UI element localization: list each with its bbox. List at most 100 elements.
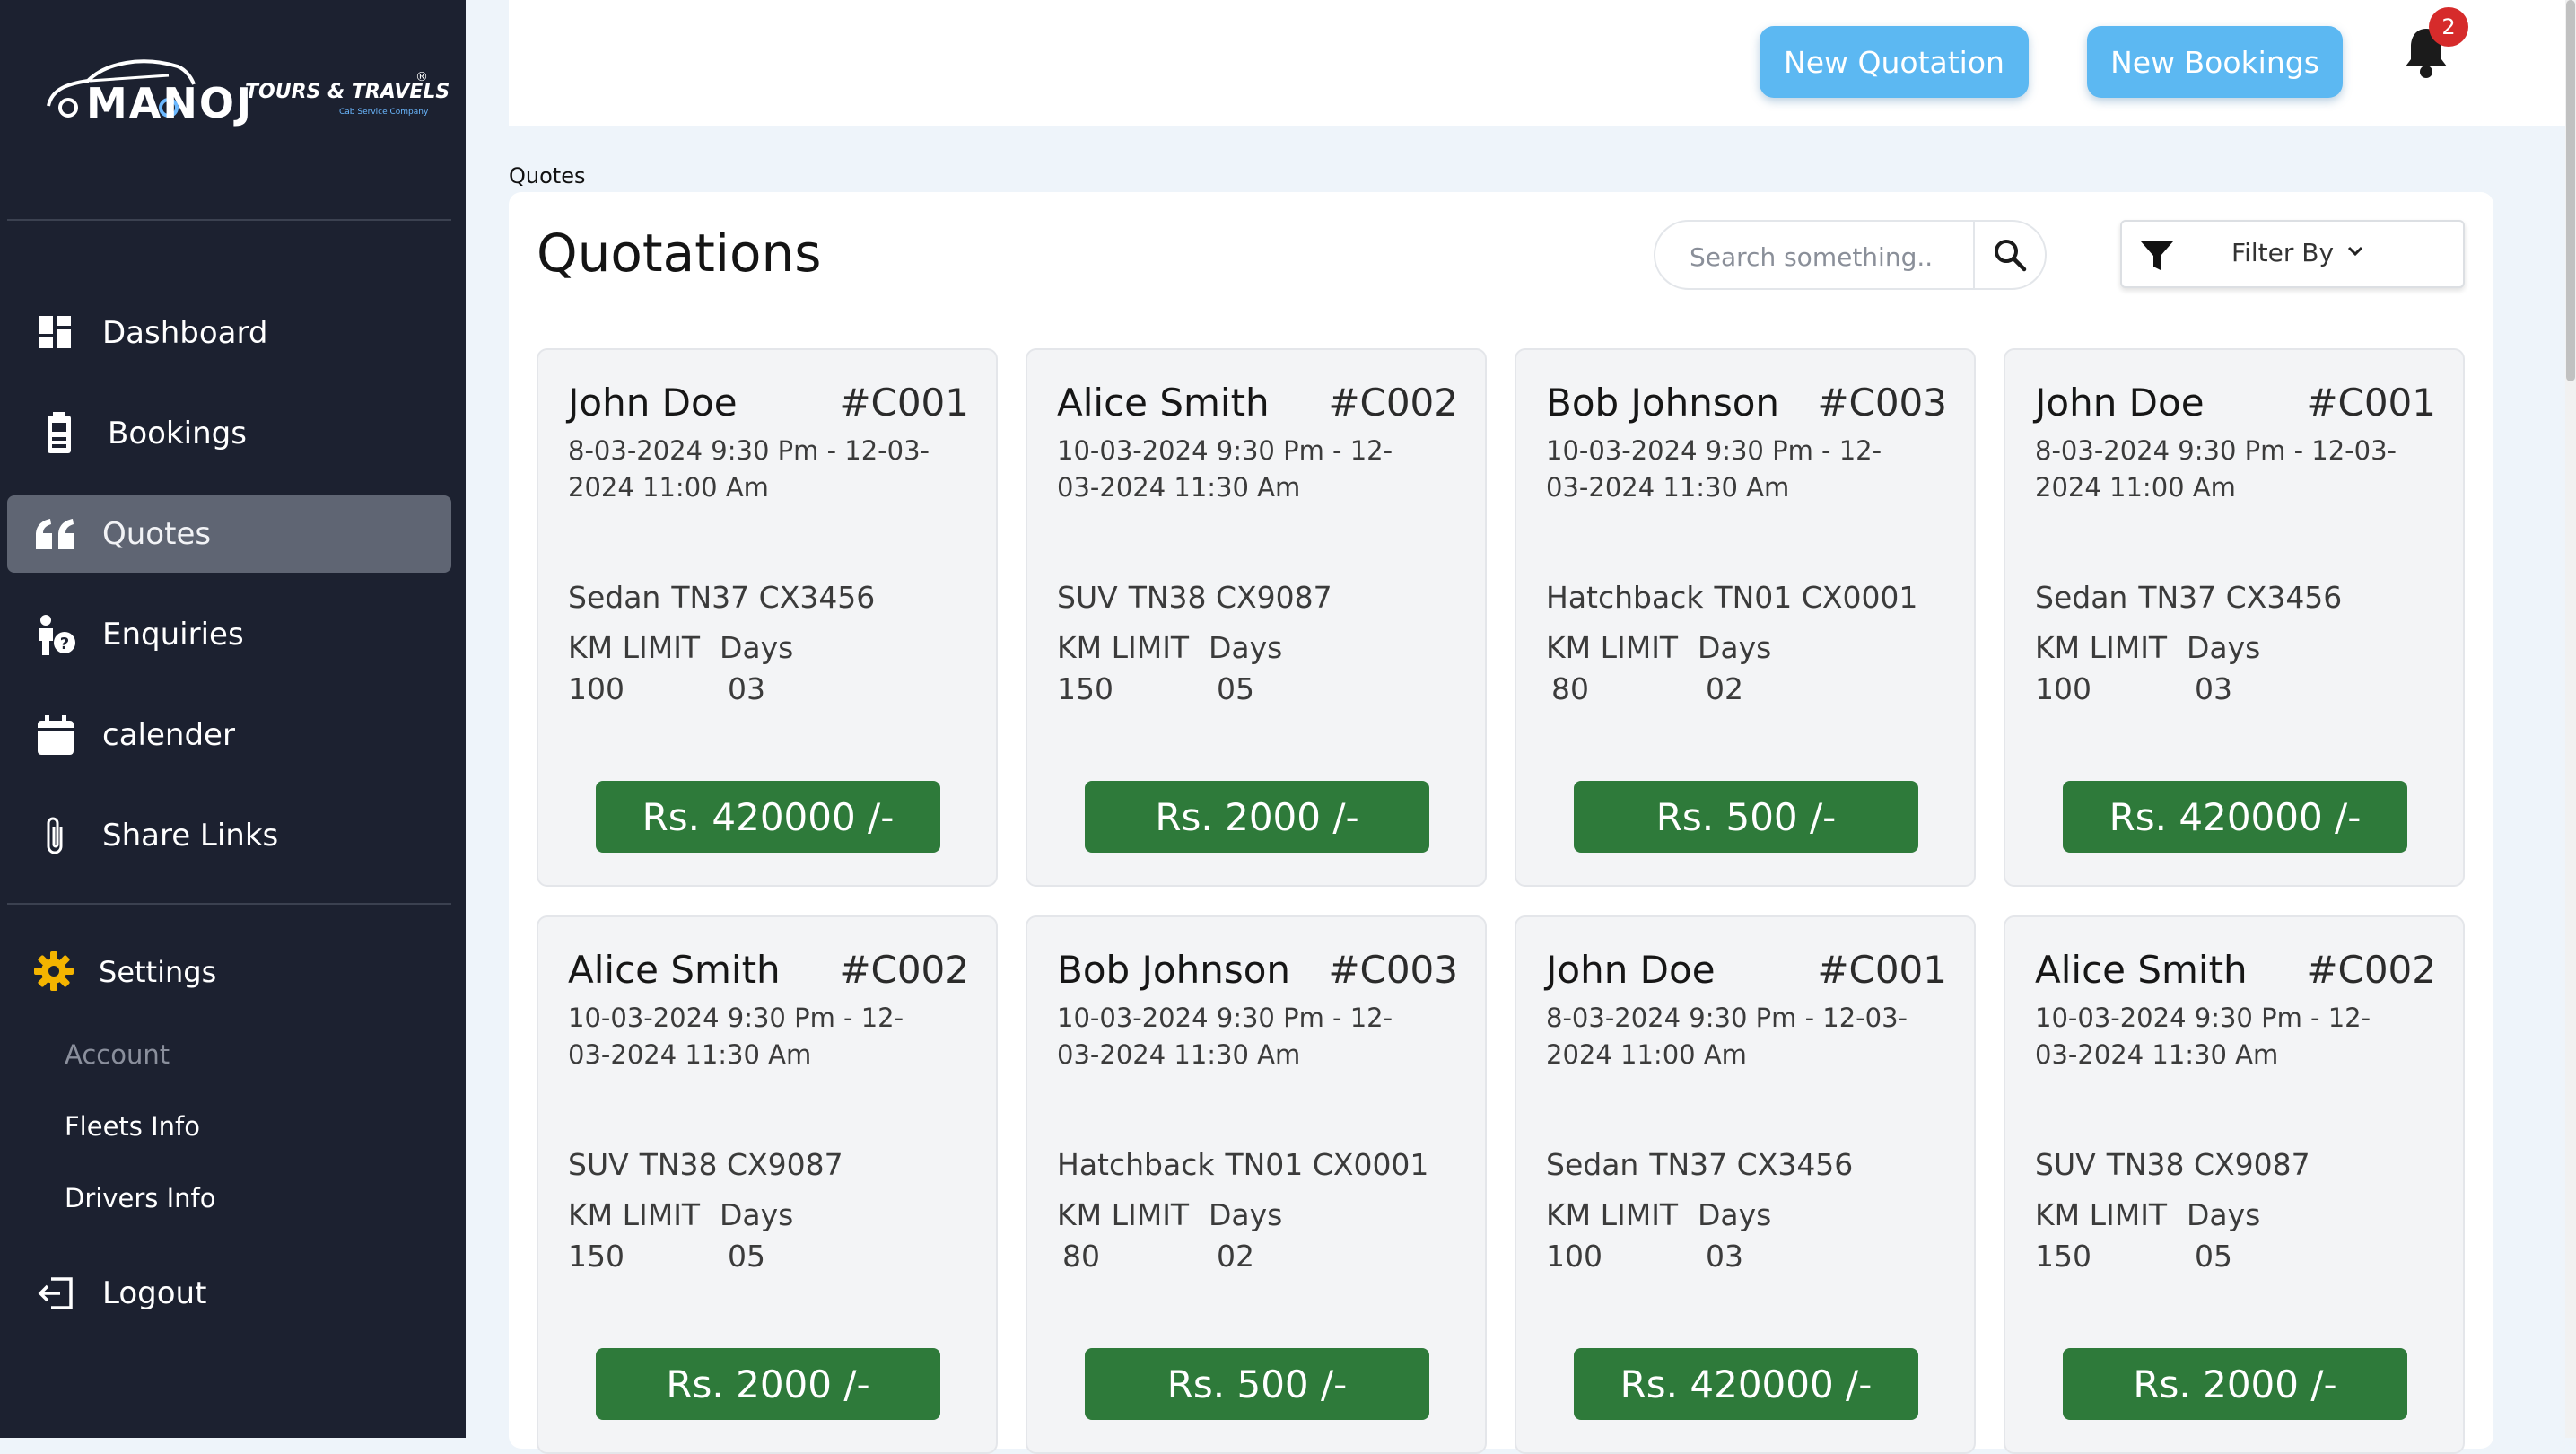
sidebar-item-bookings[interactable]: Bookings bbox=[7, 395, 451, 472]
settings-label: Settings bbox=[99, 955, 217, 989]
sidebar-divider bbox=[7, 219, 451, 221]
sidebar: MANOJ TOURS & TRAVELS Cab Service Compan… bbox=[0, 0, 466, 1438]
search-icon bbox=[1995, 240, 2027, 272]
sidebar-item-label: calender bbox=[102, 717, 235, 753]
price-button[interactable]: Rs. 420000 /- bbox=[596, 781, 940, 853]
days-value: 05 bbox=[1217, 671, 1254, 706]
sidebar-item-enquiries[interactable]: ? Enquiries bbox=[7, 596, 451, 673]
sidebar-divider bbox=[7, 903, 451, 905]
gear-icon bbox=[34, 951, 75, 993]
quote-card[interactable]: John Doe #C001 8-03-2024 9:30 Pm - 12-03… bbox=[537, 348, 998, 887]
km-limit-value: 100 bbox=[568, 671, 624, 706]
days-label: Days bbox=[1698, 1197, 1772, 1232]
trip-dates: 10-03-2024 9:30 Pm - 12-03-2024 11:30 Am bbox=[2035, 1003, 2371, 1070]
vehicle-info: Sedan TN37 CX3456 bbox=[568, 580, 875, 615]
vehicle-type: SUV bbox=[1057, 580, 1118, 615]
quote-card[interactable]: John Doe #C001 8-03-2024 9:30 Pm - 12-03… bbox=[1515, 915, 1976, 1454]
days-label: Days bbox=[2187, 1197, 2261, 1232]
vehicle-info: Hatchback TN01 CX0001 bbox=[1057, 1147, 1428, 1182]
days-label: Days bbox=[1209, 630, 1283, 665]
days-value: 05 bbox=[728, 1239, 765, 1274]
vehicle-type: SUV bbox=[568, 1147, 629, 1182]
km-limit-value: 100 bbox=[2035, 671, 2091, 706]
registered-mark: ® bbox=[415, 70, 428, 84]
days-value: 03 bbox=[1706, 1239, 1743, 1274]
customer-name: Alice Smith bbox=[1057, 381, 1270, 425]
sidebar-item-calender[interactable]: calender bbox=[7, 696, 451, 774]
scrollbar-thumb[interactable] bbox=[2566, 0, 2575, 381]
filter-dropdown[interactable]: Filter By bbox=[2120, 220, 2465, 288]
vehicle-plate: TN38 CX9087 bbox=[2106, 1147, 2310, 1182]
chevron-down-icon bbox=[2347, 246, 2363, 257]
price-button[interactable]: Rs. 500 /- bbox=[1085, 1348, 1429, 1420]
filter-label: Filter By bbox=[2231, 238, 2335, 267]
quote-card[interactable]: John Doe #C001 8-03-2024 9:30 Pm - 12-03… bbox=[2004, 348, 2465, 887]
vehicle-type: Sedan bbox=[1546, 1147, 1639, 1182]
vehicle-plate: TN37 CX3456 bbox=[1649, 1147, 1854, 1182]
search-box bbox=[1654, 220, 2047, 290]
vehicle-type: Hatchback bbox=[1057, 1147, 1215, 1182]
brand-logo[interactable]: MANOJ TOURS & TRAVELS Cab Service Compan… bbox=[43, 43, 450, 133]
days-label: Days bbox=[1698, 630, 1772, 665]
quote-icon bbox=[34, 512, 77, 556]
vehicle-type: Sedan bbox=[568, 580, 661, 615]
page-title: Quotations bbox=[537, 223, 822, 284]
new-bookings-button[interactable]: New Bookings bbox=[2087, 26, 2343, 98]
trip-dates: 8-03-2024 9:30 Pm - 12-03-2024 11:00 Am bbox=[568, 435, 930, 503]
customer-name: Bob Johnson bbox=[1546, 381, 1780, 425]
km-limit-label: KM LIMIT bbox=[1546, 1197, 1679, 1232]
brand-subtagline: Cab Service Company bbox=[339, 108, 429, 117]
km-limit-value: 100 bbox=[1546, 1239, 1602, 1274]
trip-dates: 8-03-2024 9:30 Pm - 12-03-2024 11:00 Am bbox=[2035, 435, 2397, 503]
trip-dates: 8-03-2024 9:30 Pm - 12-03-2024 11:00 Am bbox=[1546, 1003, 1908, 1070]
search-button[interactable] bbox=[1973, 222, 2045, 288]
quote-id: #C001 bbox=[1817, 948, 1947, 992]
sidebar-item-label: Share Links bbox=[102, 818, 279, 854]
vehicle-type: Hatchback bbox=[1546, 580, 1704, 615]
quote-card[interactable]: Alice Smith #C002 10-03-2024 9:30 Pm - 1… bbox=[537, 915, 998, 1454]
search-input[interactable] bbox=[1688, 238, 1960, 276]
trip-dates: 10-03-2024 9:30 Pm - 12-03-2024 11:30 Am bbox=[1057, 435, 1393, 503]
sidebar-item-share-links[interactable]: Share Links bbox=[7, 797, 451, 874]
price-button[interactable]: Rs. 2000 /- bbox=[2063, 1348, 2407, 1420]
sidebar-item-drivers-info[interactable]: Drivers Info bbox=[65, 1183, 215, 1213]
km-limit-label: KM LIMIT bbox=[568, 630, 701, 665]
km-limit-label: KM LIMIT bbox=[568, 1197, 701, 1232]
price-button[interactable]: Rs. 2000 /- bbox=[596, 1348, 940, 1420]
sidebar-item-quotes[interactable]: Quotes bbox=[7, 495, 451, 573]
logout-button[interactable]: Logout bbox=[7, 1255, 451, 1332]
customer-name: Bob Johnson bbox=[1057, 948, 1291, 992]
sidebar-item-dashboard[interactable]: Dashboard bbox=[7, 294, 451, 372]
enquiry-icon: ? bbox=[34, 613, 77, 656]
price-button[interactable]: Rs. 420000 /- bbox=[2063, 781, 2407, 853]
vehicle-type: Sedan bbox=[2035, 580, 2128, 615]
price-button[interactable]: Rs. 500 /- bbox=[1574, 781, 1918, 853]
customer-name: Alice Smith bbox=[568, 948, 781, 992]
vehicle-plate: TN38 CX9087 bbox=[639, 1147, 843, 1182]
trip-dates: 10-03-2024 9:30 Pm - 12-03-2024 11:30 Am bbox=[568, 1003, 904, 1070]
days-label: Days bbox=[1209, 1197, 1283, 1232]
km-limit-label: KM LIMIT bbox=[1057, 630, 1190, 665]
days-value: 03 bbox=[728, 671, 765, 706]
vehicle-plate: TN01 CX0001 bbox=[1714, 580, 1918, 615]
km-limit-label: KM LIMIT bbox=[2035, 630, 2168, 665]
breadcrumb: Quotes bbox=[509, 163, 586, 188]
quote-card[interactable]: Bob Johnson #C003 10-03-2024 9:30 Pm - 1… bbox=[1026, 915, 1487, 1454]
sidebar-item-fleets-info[interactable]: Fleets Info bbox=[65, 1111, 200, 1142]
brand-name: MANOJ bbox=[86, 79, 254, 127]
quote-id: #C002 bbox=[839, 948, 969, 992]
price-button[interactable]: Rs. 2000 /- bbox=[1085, 781, 1429, 853]
vehicle-plate: TN37 CX3456 bbox=[671, 580, 876, 615]
price-button[interactable]: Rs. 420000 /- bbox=[1574, 1348, 1918, 1420]
vehicle-plate: TN38 CX9087 bbox=[1128, 580, 1332, 615]
new-quotation-button[interactable]: New Quotation bbox=[1760, 26, 2029, 98]
sidebar-item-settings[interactable]: Settings bbox=[7, 933, 451, 1011]
quote-card[interactable]: Alice Smith #C002 10-03-2024 9:30 Pm - 1… bbox=[1026, 348, 1487, 887]
days-value: 02 bbox=[1706, 671, 1743, 706]
quote-card[interactable]: Alice Smith #C002 10-03-2024 9:30 Pm - 1… bbox=[2004, 915, 2465, 1454]
sidebar-item-label: Bookings bbox=[108, 416, 247, 451]
days-value: 02 bbox=[1217, 1239, 1254, 1274]
quote-id: #C003 bbox=[1328, 948, 1458, 992]
km-limit-value: 150 bbox=[2035, 1239, 2091, 1274]
quote-card[interactable]: Bob Johnson #C003 10-03-2024 9:30 Pm - 1… bbox=[1515, 348, 1976, 887]
